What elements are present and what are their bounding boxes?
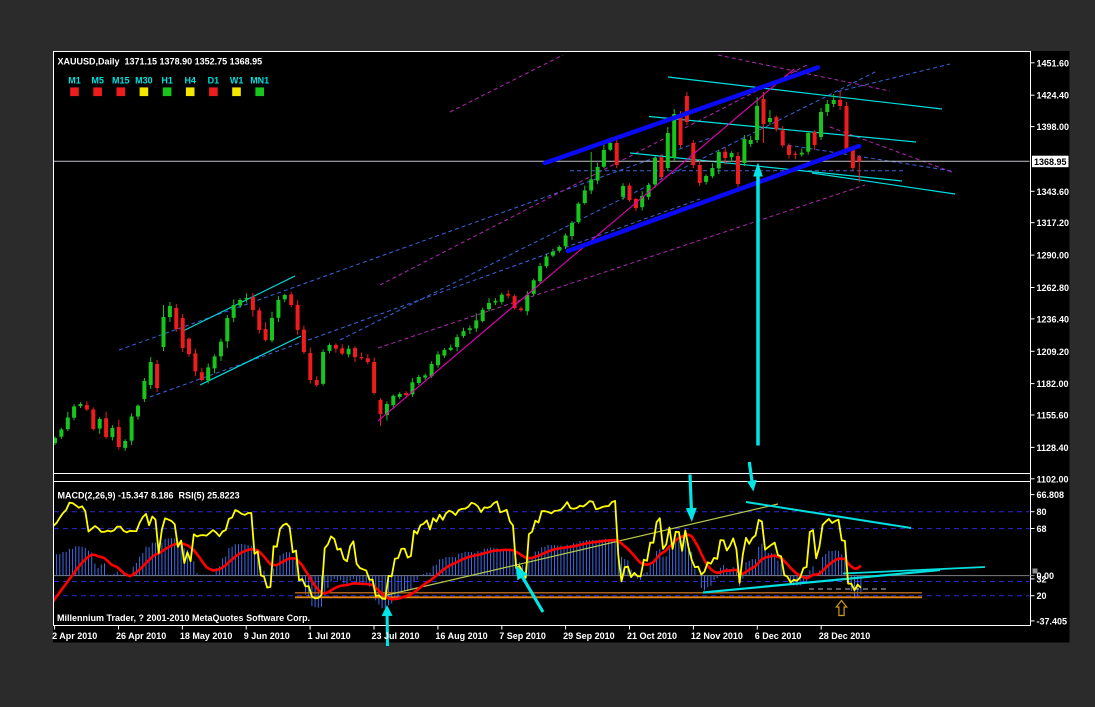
svg-text:6 Dec 2010: 6 Dec 2010 xyxy=(755,631,802,641)
svg-text:1209.20: 1209.20 xyxy=(1037,347,1070,357)
svg-text:1236.40: 1236.40 xyxy=(1037,314,1070,324)
svg-text:66.808: 66.808 xyxy=(1037,490,1065,500)
svg-text:1 Jul 2010: 1 Jul 2010 xyxy=(308,631,351,641)
svg-text:0.00: 0.00 xyxy=(1037,571,1055,581)
svg-text:80: 80 xyxy=(1037,507,1047,517)
svg-text:1102.00: 1102.00 xyxy=(1037,474,1069,484)
svg-text:MACD(2,26,9) -15.347 8.186 RS: MACD(2,26,9) -15.347 8.186 RSI(5) 25.822… xyxy=(58,491,240,501)
svg-text:W1: W1 xyxy=(230,76,244,86)
svg-text:12 Nov 2010: 12 Nov 2010 xyxy=(691,631,743,641)
svg-text:Millennium Trader, ? 2001-2010: Millennium Trader, ? 2001-2010 MetaQuote… xyxy=(57,613,310,623)
svg-text:29 Sep 2010: 29 Sep 2010 xyxy=(563,631,615,641)
svg-text:7 Sep 2010: 7 Sep 2010 xyxy=(499,631,546,641)
svg-text:M30: M30 xyxy=(135,76,153,86)
svg-text:1317.20: 1317.20 xyxy=(1037,218,1070,228)
svg-text:H4: H4 xyxy=(184,76,196,86)
svg-text:-37.405: -37.405 xyxy=(1037,616,1068,626)
svg-text:21 Oct 2010: 21 Oct 2010 xyxy=(627,631,677,641)
svg-text:XAUUSD,Daily 1371.15 1378.90: XAUUSD,Daily 1371.15 1378.90 1352.75 136… xyxy=(58,57,263,67)
svg-text:1262.80: 1262.80 xyxy=(1037,283,1070,293)
svg-text:M1: M1 xyxy=(68,76,81,86)
svg-text:M15: M15 xyxy=(112,76,130,86)
svg-text:20: 20 xyxy=(1037,591,1047,601)
svg-text:1343.60: 1343.60 xyxy=(1037,187,1070,197)
svg-text:28 Dec 2010: 28 Dec 2010 xyxy=(819,631,871,641)
svg-text:1368.95: 1368.95 xyxy=(1034,157,1067,167)
svg-text:18 May 2010: 18 May 2010 xyxy=(180,631,233,641)
svg-text:1155.60: 1155.60 xyxy=(1037,411,1069,421)
svg-text:1424.40: 1424.40 xyxy=(1037,91,1070,101)
svg-text:D1: D1 xyxy=(208,76,220,86)
svg-text:1451.60: 1451.60 xyxy=(1037,58,1070,68)
svg-text:23 Jul 2010: 23 Jul 2010 xyxy=(372,631,420,641)
svg-text:M5: M5 xyxy=(91,76,104,86)
svg-text:1182.00: 1182.00 xyxy=(1037,379,1069,389)
svg-text:1398.00: 1398.00 xyxy=(1037,122,1070,132)
svg-text:1128.40: 1128.40 xyxy=(1037,443,1069,453)
svg-text:H1: H1 xyxy=(161,76,173,86)
svg-text:68: 68 xyxy=(1037,524,1047,534)
svg-text:1290.00: 1290.00 xyxy=(1037,251,1070,261)
svg-text:16 Aug 2010: 16 Aug 2010 xyxy=(435,631,487,641)
svg-text:2 Apr 2010: 2 Apr 2010 xyxy=(52,631,97,641)
svg-text:9 Jun 2010: 9 Jun 2010 xyxy=(244,631,290,641)
svg-text:26 Apr 2010: 26 Apr 2010 xyxy=(116,631,166,641)
svg-text:MN1: MN1 xyxy=(250,76,269,86)
